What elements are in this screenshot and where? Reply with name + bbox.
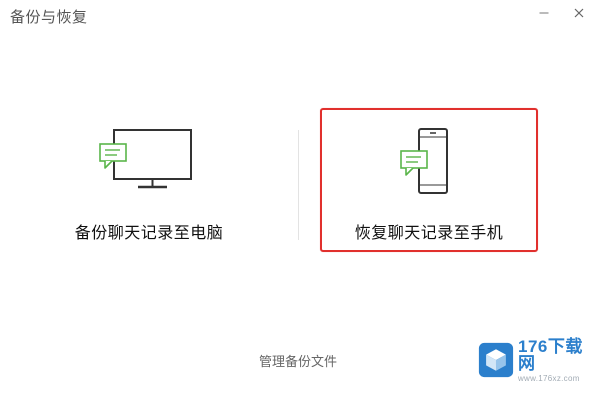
- divider: [298, 130, 299, 240]
- backup-to-pc-option[interactable]: 备份聊天记录至电脑: [40, 108, 258, 252]
- watermark-brand: 176下载网: [517, 336, 583, 373]
- window-title: 备份与恢复: [10, 8, 88, 26]
- restore-to-phone-option[interactable]: 恢复聊天记录至手机: [320, 108, 538, 252]
- close-button[interactable]: [568, 2, 590, 24]
- minimize-button[interactable]: [533, 2, 555, 24]
- cube-logo-icon: [478, 342, 514, 378]
- close-icon: [574, 8, 584, 18]
- minimize-icon: [539, 12, 549, 14]
- watermark-url: www.176xz.com: [517, 373, 580, 383]
- backup-option-label: 备份聊天记录至电脑: [74, 223, 224, 242]
- site-watermark: 176下载网 www.176xz.com: [478, 337, 596, 383]
- restore-option-label: 恢复聊天记录至手机: [354, 223, 504, 242]
- backup-restore-window: 备份与恢复 备份聊天记录至电脑 恢复聊天记录至手机 管理备份文件 176下载网 …: [0, 0, 596, 400]
- monitor-chat-icon: [99, 129, 192, 189]
- phone-chat-icon: [400, 128, 448, 194]
